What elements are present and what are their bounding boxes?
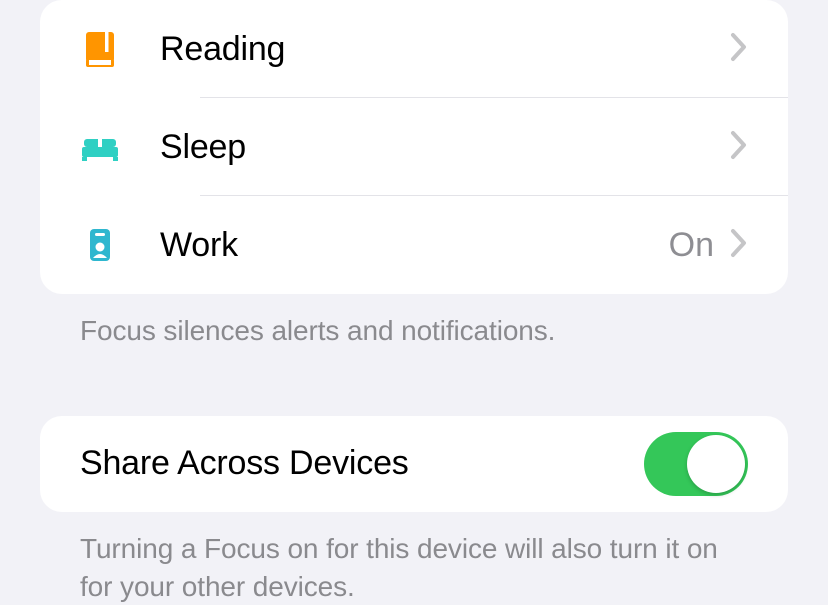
share-card: Share Across Devices: [40, 416, 788, 512]
focus-label: Reading: [160, 30, 730, 69]
focus-footer-text: Focus silences alerts and notifications.: [40, 294, 788, 350]
switch-knob: [687, 435, 745, 493]
share-label: Share Across Devices: [80, 444, 409, 483]
focus-modes-card: Reading Sleep: [40, 0, 788, 294]
chevron-right-icon: [730, 32, 748, 67]
focus-row-sleep[interactable]: Sleep: [40, 98, 788, 196]
share-toggle[interactable]: [644, 432, 748, 496]
bed-icon: [80, 127, 160, 167]
chevron-right-icon: [730, 130, 748, 165]
focus-label: Work: [160, 226, 669, 265]
focus-row-reading[interactable]: Reading: [40, 0, 788, 98]
chevron-right-icon: [730, 228, 748, 263]
share-footer-text: Turning a Focus on for this device will …: [40, 512, 788, 605]
badge-icon: [80, 225, 160, 265]
focus-row-work[interactable]: Work On: [40, 196, 788, 294]
focus-label: Sleep: [160, 128, 730, 167]
book-icon: [80, 29, 160, 69]
share-across-devices-row[interactable]: Share Across Devices: [40, 416, 788, 512]
focus-status: On: [669, 226, 714, 265]
